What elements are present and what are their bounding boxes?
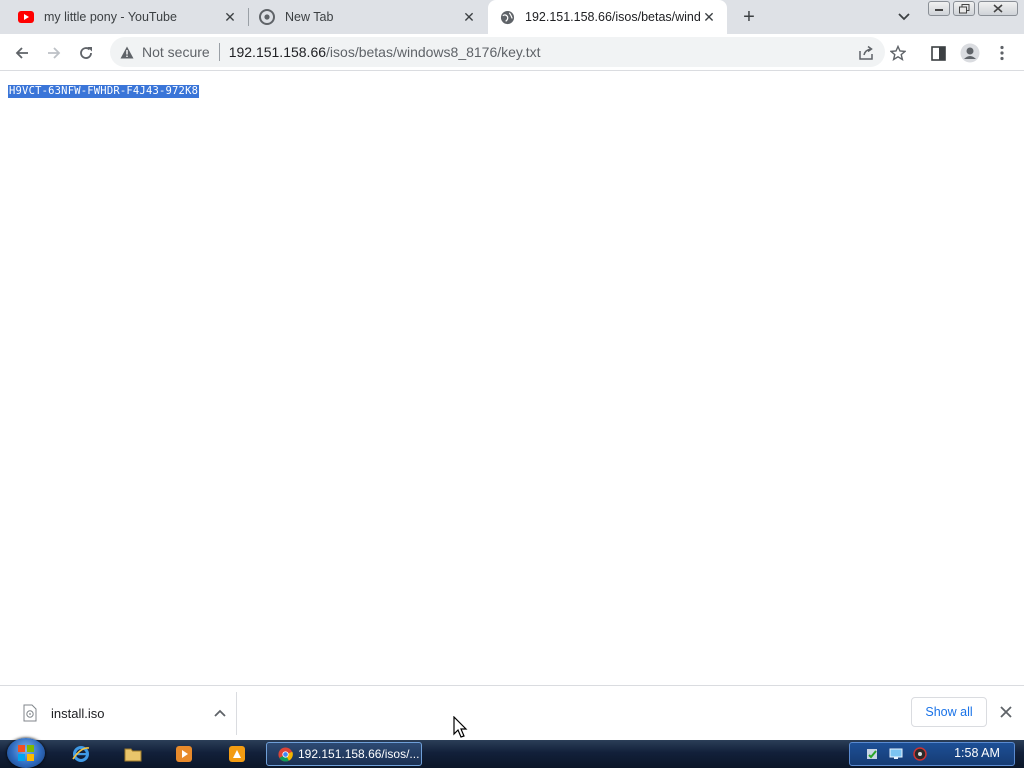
chevron-up-icon[interactable]: [210, 703, 230, 723]
reload-button[interactable]: [74, 41, 98, 65]
tab-title: New Tab: [285, 10, 334, 24]
taskbar-clock[interactable]: 1:58 AM: [945, 746, 1009, 760]
selected-key-text[interactable]: H9VCT-63NFW-FWHDR-F4J43-972K8: [8, 85, 200, 98]
system-tray: 1:58 AM: [849, 742, 1015, 766]
close-shelf-icon[interactable]: [996, 702, 1016, 722]
tab-search-chevron-icon[interactable]: [894, 8, 914, 26]
close-tab-icon[interactable]: ✕: [222, 9, 238, 25]
tab-youtube[interactable]: my little pony - YouTube ✕: [0, 0, 248, 34]
file-explorer-icon[interactable]: [124, 745, 142, 763]
security-shield-icon[interactable]: [865, 747, 879, 761]
profile-avatar-icon[interactable]: [958, 41, 982, 65]
menu-kebab-icon[interactable]: [990, 41, 1014, 65]
tab-strip: my little pony - YouTube ✕ New Tab ✕ 192…: [0, 0, 1024, 34]
security-label[interactable]: Not secure: [142, 44, 210, 60]
globe-icon: [499, 9, 515, 25]
download-item[interactable]: install.iso: [12, 695, 234, 731]
forward-button[interactable]: [42, 41, 66, 65]
address-bar[interactable]: Not secure 192.151.158.66/isos/betas/win…: [110, 37, 885, 67]
volume-speaker-icon[interactable]: [913, 747, 927, 761]
close-window-button[interactable]: [978, 1, 1018, 16]
side-panel-icon[interactable]: [926, 41, 950, 65]
url-text[interactable]: 192.151.158.66/isos/betas/windows8_8176/…: [229, 44, 541, 60]
close-tab-icon[interactable]: ✕: [701, 9, 717, 25]
tab-title: my little pony - YouTube: [44, 10, 177, 24]
start-button[interactable]: [7, 738, 45, 768]
chrome-icon: [277, 746, 293, 762]
disc-file-icon: [22, 704, 38, 722]
new-tab-button[interactable]: +: [737, 5, 761, 29]
browser-toolbar: Not secure 192.151.158.66/isos/betas/win…: [0, 34, 1024, 71]
show-all-button[interactable]: Show all: [911, 697, 987, 727]
youtube-icon: [18, 9, 34, 25]
download-file-name: install.iso: [51, 705, 105, 721]
share-icon[interactable]: [854, 41, 878, 65]
url-path: /isos/betas/windows8_8176/key.txt: [326, 44, 541, 60]
download-shelf: install.iso Show all: [0, 685, 1024, 740]
mouse-pointer-icon: [453, 715, 469, 740]
tab-title: 192.151.158.66/isos/betas/windo: [525, 10, 701, 24]
omnibox-divider: [218, 43, 220, 61]
taskbar-window-chrome[interactable]: 192.151.158.66/isos/...: [266, 742, 422, 766]
chrome-icon: [259, 9, 275, 25]
internet-explorer-icon[interactable]: [72, 745, 90, 763]
windows-taskbar: 192.151.158.66/isos/... 1:58 AM: [0, 738, 1024, 768]
minimize-button[interactable]: [928, 1, 950, 16]
app-launcher-icon[interactable]: [228, 745, 246, 763]
tab-new-tab[interactable]: New Tab ✕: [249, 0, 487, 34]
tab-key-txt[interactable]: 192.151.158.66/isos/betas/windo ✕: [488, 0, 727, 34]
shelf-divider: [236, 692, 237, 735]
network-monitor-icon[interactable]: [889, 747, 903, 761]
maximize-button[interactable]: [953, 1, 975, 16]
taskbar-window-label: 192.151.158.66/isos/...: [298, 747, 420, 761]
media-player-icon[interactable]: [175, 745, 193, 763]
back-button[interactable]: [10, 41, 34, 65]
page-content: H9VCT-63NFW-FWHDR-F4J43-972K8: [0, 71, 1024, 685]
bookmark-star-icon[interactable]: [886, 41, 910, 65]
url-host: 192.151.158.66: [228, 44, 327, 60]
close-tab-icon[interactable]: ✕: [461, 9, 477, 25]
warning-icon[interactable]: [120, 45, 134, 59]
